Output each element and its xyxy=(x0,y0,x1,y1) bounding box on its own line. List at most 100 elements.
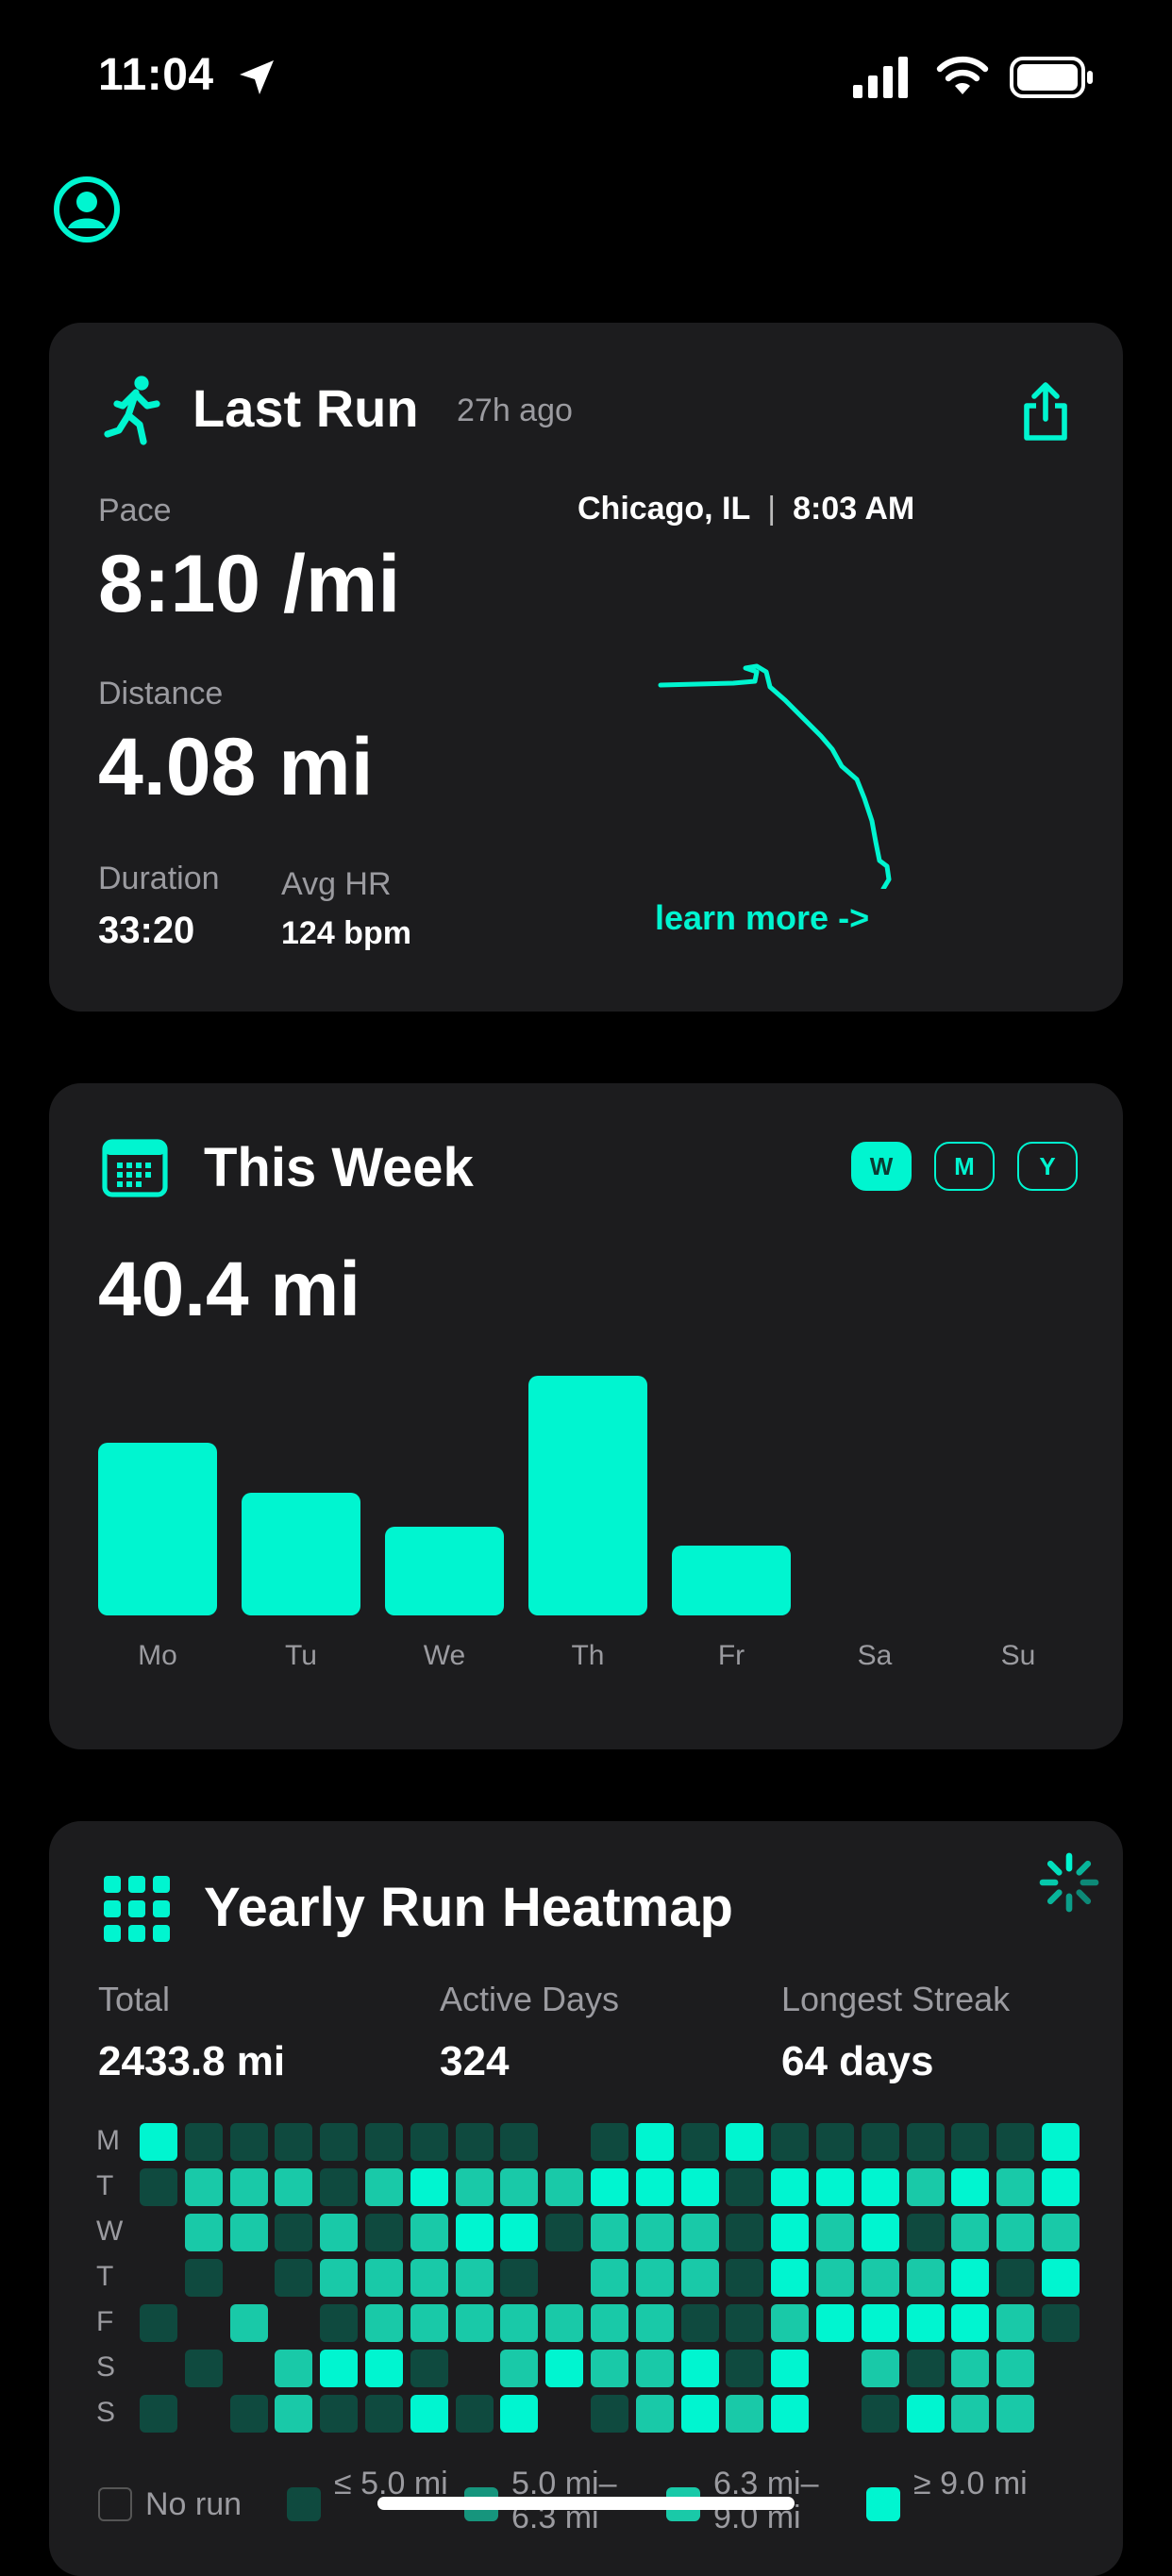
heatmap-cell[interactable] xyxy=(816,2395,854,2433)
heatmap-cell[interactable] xyxy=(545,2304,584,2342)
heatmap-cell[interactable] xyxy=(951,2350,990,2387)
heatmap-cell[interactable] xyxy=(726,2168,764,2206)
heatmap-cell[interactable] xyxy=(951,2214,990,2251)
heatmap-cell[interactable] xyxy=(185,2395,223,2433)
heatmap-cell[interactable] xyxy=(861,2259,899,2297)
heatmap-cell[interactable] xyxy=(410,2123,448,2161)
heatmap-cell[interactable] xyxy=(771,2350,810,2387)
heatmap-cell[interactable] xyxy=(140,2304,177,2342)
heatmap-cell[interactable] xyxy=(906,2123,945,2161)
heatmap-cell[interactable] xyxy=(816,2304,854,2342)
heatmap-cell[interactable] xyxy=(545,2214,584,2251)
heatmap-cell[interactable] xyxy=(500,2214,539,2251)
heatmap-cell[interactable] xyxy=(230,2350,268,2387)
heatmap-cell[interactable] xyxy=(500,2168,539,2206)
heatmap-cell[interactable] xyxy=(996,2304,1035,2342)
heatmap-cell[interactable] xyxy=(320,2350,359,2387)
heatmap-cell[interactable] xyxy=(680,2123,719,2161)
heatmap-cell[interactable] xyxy=(410,2214,448,2251)
heatmap-cell[interactable] xyxy=(410,2395,448,2433)
heatmap-card[interactable]: Yearly Run Heatmap Total 2433.8 mi Activ… xyxy=(49,1821,1123,2576)
heatmap-cell[interactable] xyxy=(816,2259,854,2297)
heatmap-cell[interactable] xyxy=(635,2395,674,2433)
heatmap-cell[interactable] xyxy=(951,2259,990,2297)
heatmap-cell[interactable] xyxy=(816,2214,854,2251)
heatmap-cell[interactable] xyxy=(680,2350,719,2387)
heatmap-cell[interactable] xyxy=(365,2304,403,2342)
heatmap-cell[interactable] xyxy=(500,2395,539,2433)
heatmap-cell[interactable] xyxy=(365,2123,403,2161)
heatmap-cell[interactable] xyxy=(680,2168,719,2206)
heatmap-cell[interactable] xyxy=(771,2214,810,2251)
heatmap-cell[interactable] xyxy=(275,2214,313,2251)
heatmap-cell[interactable] xyxy=(456,2350,494,2387)
heatmap-cell[interactable] xyxy=(726,2214,764,2251)
heatmap-cell[interactable] xyxy=(1042,2259,1080,2297)
heatmap-cell[interactable] xyxy=(591,2304,628,2342)
heatmap-cell[interactable] xyxy=(951,2304,990,2342)
heatmap-cell[interactable] xyxy=(229,2395,268,2433)
heatmap-cell[interactable] xyxy=(365,2350,403,2387)
heatmap-cell[interactable] xyxy=(410,2168,448,2206)
heatmap-cell[interactable] xyxy=(816,2168,854,2206)
heatmap-cell[interactable] xyxy=(455,2123,494,2161)
heatmap-cell[interactable] xyxy=(545,2259,583,2297)
heatmap-cell[interactable] xyxy=(635,2214,674,2251)
heatmap-cell[interactable] xyxy=(771,2304,810,2342)
heatmap-cell[interactable] xyxy=(320,2214,359,2251)
heatmap-cell[interactable] xyxy=(140,2123,177,2161)
heatmap-cell[interactable] xyxy=(996,2395,1035,2433)
heatmap-cell[interactable] xyxy=(906,2259,945,2297)
heatmap-cell[interactable] xyxy=(951,2168,990,2206)
heatmap-cell[interactable] xyxy=(229,2214,268,2251)
heatmap-cell[interactable] xyxy=(680,2304,719,2342)
heatmap-cell[interactable] xyxy=(635,2259,674,2297)
heatmap-cell[interactable] xyxy=(184,2214,223,2251)
heatmap-cell[interactable] xyxy=(861,2304,899,2342)
heatmap-cell[interactable] xyxy=(861,2350,899,2387)
heatmap-cell[interactable] xyxy=(410,2259,448,2297)
heatmap-cell[interactable] xyxy=(500,2304,539,2342)
heatmap-cell[interactable] xyxy=(771,2259,810,2297)
heatmap-cell[interactable] xyxy=(996,2123,1035,2161)
heatmap-cell[interactable] xyxy=(906,2168,945,2206)
heatmap-cell[interactable] xyxy=(591,2168,628,2206)
heatmap-cell[interactable] xyxy=(140,2395,177,2433)
heatmap-cell[interactable] xyxy=(320,2395,359,2433)
heatmap-cell[interactable] xyxy=(275,2168,313,2206)
heatmap-cell[interactable] xyxy=(275,2350,313,2387)
heatmap-cell[interactable] xyxy=(906,2214,945,2251)
heatmap-cell[interactable] xyxy=(184,2350,223,2387)
heatmap-cell[interactable] xyxy=(591,2123,628,2161)
heatmap-cell[interactable] xyxy=(185,2304,223,2342)
heatmap-cell[interactable] xyxy=(861,2214,899,2251)
home-indicator[interactable] xyxy=(377,2497,795,2510)
heatmap-cell[interactable] xyxy=(500,2350,539,2387)
heatmap-cell[interactable] xyxy=(365,2214,403,2251)
heatmap-cell[interactable] xyxy=(229,2123,268,2161)
share-icon[interactable] xyxy=(1019,379,1072,443)
toggle-week[interactable]: W xyxy=(851,1142,912,1191)
heatmap-cell[interactable] xyxy=(1042,2214,1080,2251)
heatmap-cell[interactable] xyxy=(816,2350,854,2387)
toggle-year[interactable]: Y xyxy=(1017,1142,1078,1191)
this-week-card[interactable]: This Week W M Y 40.4 mi Mo Tu We Th Fr Sa Su xyxy=(49,1083,1123,1749)
heatmap-cell[interactable] xyxy=(410,2304,448,2342)
heatmap-cell[interactable] xyxy=(320,2168,359,2206)
heatmap-cell[interactable] xyxy=(996,2259,1035,2297)
heatmap-cell[interactable] xyxy=(680,2214,719,2251)
heatmap-cell[interactable] xyxy=(771,2168,810,2206)
heatmap-cell[interactable] xyxy=(365,2395,403,2433)
heatmap-cell[interactable] xyxy=(726,2395,764,2433)
heatmap-cell[interactable] xyxy=(275,2395,313,2433)
heatmap-cell[interactable] xyxy=(140,2350,177,2387)
route-map[interactable] xyxy=(653,577,955,889)
heatmap-cell[interactable] xyxy=(320,2259,359,2297)
heatmap-cell[interactable] xyxy=(635,2304,674,2342)
heatmap-cell[interactable] xyxy=(140,2214,177,2251)
heatmap-cell[interactable] xyxy=(996,2350,1035,2387)
heatmap-cell[interactable] xyxy=(455,2304,494,2342)
heatmap-cell[interactable] xyxy=(184,2259,223,2297)
heatmap-cell[interactable] xyxy=(591,2259,628,2297)
heatmap-cell[interactable] xyxy=(320,2304,359,2342)
